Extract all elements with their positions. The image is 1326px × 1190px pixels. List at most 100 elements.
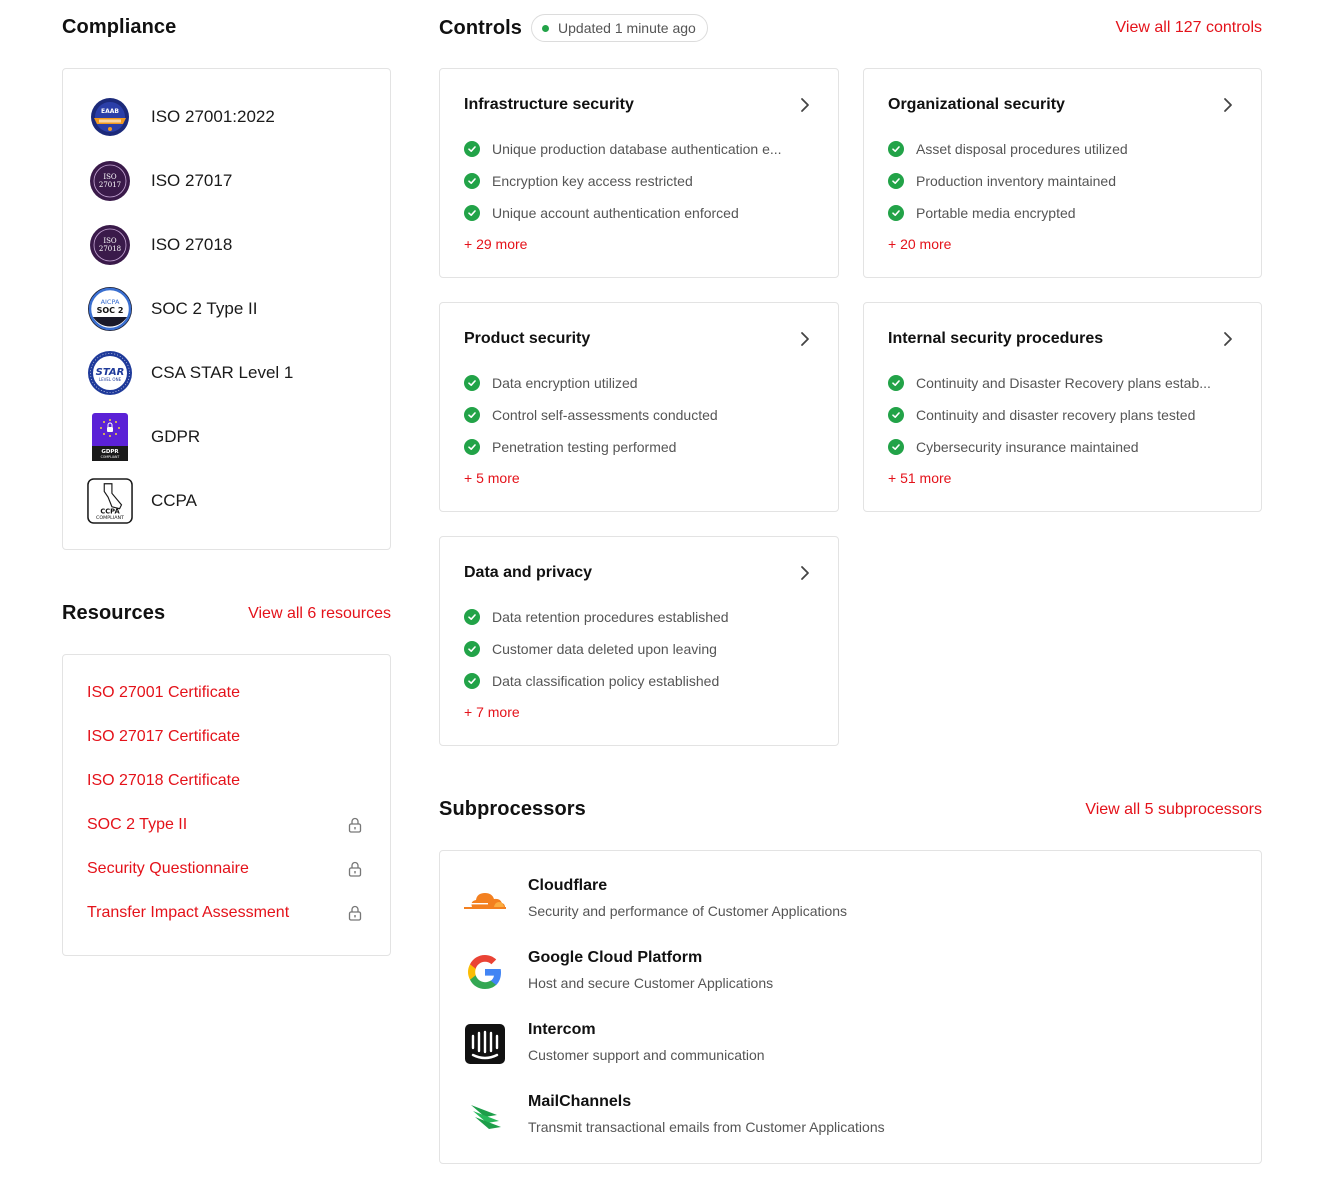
resource-link[interactable]: ISO 27017 Certificate <box>87 728 240 746</box>
iso-27017-badge-icon: ISO 27017 <box>87 158 133 204</box>
control-item-text: Continuity and Disaster Recovery plans e… <box>916 375 1211 391</box>
control-card-title: Infrastructure security <box>464 96 634 113</box>
chevron-right-icon[interactable] <box>1221 97 1235 113</box>
resource-link[interactable]: SOC 2 Type II <box>87 816 187 834</box>
control-item: Data retention procedures established <box>464 607 729 627</box>
compliance-item-iso-27001[interactable]: EAAB ISO 27001:2022 <box>87 94 275 140</box>
subprocessor-description: Security and performance of Customer App… <box>528 903 848 919</box>
control-item-text: Continuity and disaster recovery plans t… <box>916 407 1196 423</box>
control-item-text: Asset disposal procedures utilized <box>916 141 1128 157</box>
gdpr-badge-icon: GDPR COMPLIANT <box>87 413 133 461</box>
subprocessor-name: Google Cloud Platform <box>528 949 703 966</box>
resource-item[interactable]: Transfer Impact Assessment <box>87 901 363 925</box>
compliance-item-iso-27018[interactable]: ISO 27018 ISO 27018 <box>87 222 232 268</box>
control-item-text: Control self-assessments conducted <box>492 407 718 423</box>
check-circle-icon <box>464 141 480 157</box>
control-card-title: Organizational security <box>888 96 1065 113</box>
control-item: Asset disposal procedures utilized <box>888 139 1128 159</box>
view-all-controls-link[interactable]: View all 127 controls <box>1116 19 1262 37</box>
check-circle-icon <box>464 641 480 657</box>
subprocessor-description: Host and secure Customer Applications <box>528 975 774 991</box>
subprocessor-name: MailChannels <box>528 1093 632 1110</box>
resource-item[interactable]: ISO 27018 Certificate <box>87 769 363 793</box>
chevron-right-icon[interactable] <box>798 97 812 113</box>
resource-item[interactable]: ISO 27017 Certificate <box>87 725 363 749</box>
iso-27001-badge-text: EAAB <box>101 108 119 115</box>
control-item: Continuity and disaster recovery plans t… <box>888 405 1195 425</box>
gdpr-badge-compliant: COMPLIANT <box>101 455 120 459</box>
subprocessor-item-cloudflare[interactable]: Cloudflare Security and performance of C… <box>464 877 847 927</box>
more-controls-link[interactable]: + 5 more <box>464 470 520 486</box>
status-dot-icon <box>542 24 550 32</box>
check-circle-icon <box>464 205 480 221</box>
iso-27017-badge-text: ISO <box>103 173 117 181</box>
lock-icon <box>347 905 363 921</box>
compliance-label: ISO 27017 <box>151 171 233 190</box>
check-circle-icon <box>888 205 904 221</box>
subprocessors-heading: Subprocessors <box>439 798 586 820</box>
control-item: Customer data deleted upon leaving <box>464 639 717 659</box>
mailchannels-logo-icon <box>464 1095 506 1137</box>
check-circle-icon <box>464 609 480 625</box>
control-card-title: Product security <box>464 330 591 347</box>
iso-27018-badge-icon: ISO 27018 <box>87 222 133 268</box>
compliance-label: ISO 27001:2022 <box>151 107 275 126</box>
compliance-heading: Compliance <box>62 16 177 38</box>
subprocessor-item-intercom[interactable]: Intercom Customer support and communicat… <box>464 1021 765 1071</box>
compliance-item-gdpr[interactable]: GDPR COMPLIANT GDPR <box>87 413 200 461</box>
chevron-right-icon[interactable] <box>798 331 812 347</box>
resource-item[interactable]: ISO 27001 Certificate <box>87 681 363 705</box>
resource-link[interactable]: Security Questionnaire <box>87 860 249 878</box>
updated-status-text: Updated 1 minute ago <box>558 20 696 36</box>
control-card-data-and-privacy[interactable]: Data and privacy Data retention procedur… <box>439 536 839 746</box>
iso-27018-badge-number: 27018 <box>99 245 121 253</box>
compliance-item-iso-27017[interactable]: ISO 27017 ISO 27017 <box>87 158 232 204</box>
control-card-product-security[interactable]: Product security Data encryption utilize… <box>439 302 839 512</box>
ccpa-badge-compliant: COMPLIANT <box>96 515 124 521</box>
subprocessor-item-google-cloud[interactable]: Google Cloud Platform Host and secure Cu… <box>464 949 773 999</box>
ccpa-badge-text: CCPA <box>100 507 120 515</box>
soc2-badge-icon: AICPA SOC 2 <box>87 286 133 332</box>
compliance-item-soc2[interactable]: AICPA SOC 2 SOC 2 Type II <box>87 286 257 332</box>
resource-link[interactable]: ISO 27018 Certificate <box>87 772 240 790</box>
control-item: Production inventory maintained <box>888 171 1116 191</box>
resource-item[interactable]: SOC 2 Type II <box>87 813 363 837</box>
control-item: Portable media encrypted <box>888 203 1076 223</box>
cloudflare-logo-icon <box>464 879 506 921</box>
star-badge-level: LEVEL ONE <box>99 377 122 382</box>
soc2-badge-text: AICPA <box>101 298 120 306</box>
resource-link[interactable]: Transfer Impact Assessment <box>87 904 289 922</box>
control-card-infrastructure-security[interactable]: Infrastructure security Unique productio… <box>439 68 839 278</box>
check-circle-icon <box>464 173 480 189</box>
view-all-resources-link[interactable]: View all 6 resources <box>248 605 391 623</box>
control-item: Unique account authentication enforced <box>464 203 739 223</box>
updated-status-pill: Updated 1 minute ago <box>531 14 708 42</box>
view-all-subprocessors-link[interactable]: View all 5 subprocessors <box>1085 801 1262 819</box>
control-card-internal-security-procedures[interactable]: Internal security procedures Continuity … <box>863 302 1262 512</box>
control-item: Unique production database authenticatio… <box>464 139 782 159</box>
csa-star-badge-icon: STAR LEVEL ONE <box>87 350 133 396</box>
compliance-item-csa-star[interactable]: STAR LEVEL ONE CSA STAR Level 1 <box>87 350 293 396</box>
more-controls-link[interactable]: + 20 more <box>888 236 951 252</box>
resource-item[interactable]: Security Questionnaire <box>87 857 363 881</box>
iso-27018-badge-text: ISO <box>103 237 117 245</box>
control-card-organizational-security[interactable]: Organizational security Asset disposal p… <box>863 68 1262 278</box>
controls-heading: Controls <box>439 16 523 39</box>
resources-card: ISO 27001 Certificate ISO 27017 Certific… <box>62 654 391 956</box>
controls-header: Controls Updated 1 minute ago <box>439 14 708 42</box>
subprocessor-description: Customer support and communication <box>528 1047 765 1063</box>
more-controls-link[interactable]: + 29 more <box>464 236 527 252</box>
chevron-right-icon[interactable] <box>798 565 812 581</box>
chevron-right-icon[interactable] <box>1221 331 1235 347</box>
more-controls-link[interactable]: + 51 more <box>888 470 951 486</box>
resource-link[interactable]: ISO 27001 Certificate <box>87 684 240 702</box>
check-circle-icon <box>888 141 904 157</box>
control-item-text: Data retention procedures established <box>492 609 729 625</box>
control-card-title: Data and privacy <box>464 564 593 581</box>
more-controls-link[interactable]: + 7 more <box>464 704 520 720</box>
compliance-card: EAAB ISO 27001:2022 ISO 27017 ISO 27017 <box>62 68 391 550</box>
subprocessor-item-mailchannels[interactable]: MailChannels Transmit transactional emai… <box>464 1093 885 1143</box>
control-item-text: Portable media encrypted <box>916 205 1076 221</box>
compliance-label: CCPA <box>151 491 197 510</box>
compliance-item-ccpa[interactable]: CCPA COMPLIANT CCPA <box>87 478 197 524</box>
